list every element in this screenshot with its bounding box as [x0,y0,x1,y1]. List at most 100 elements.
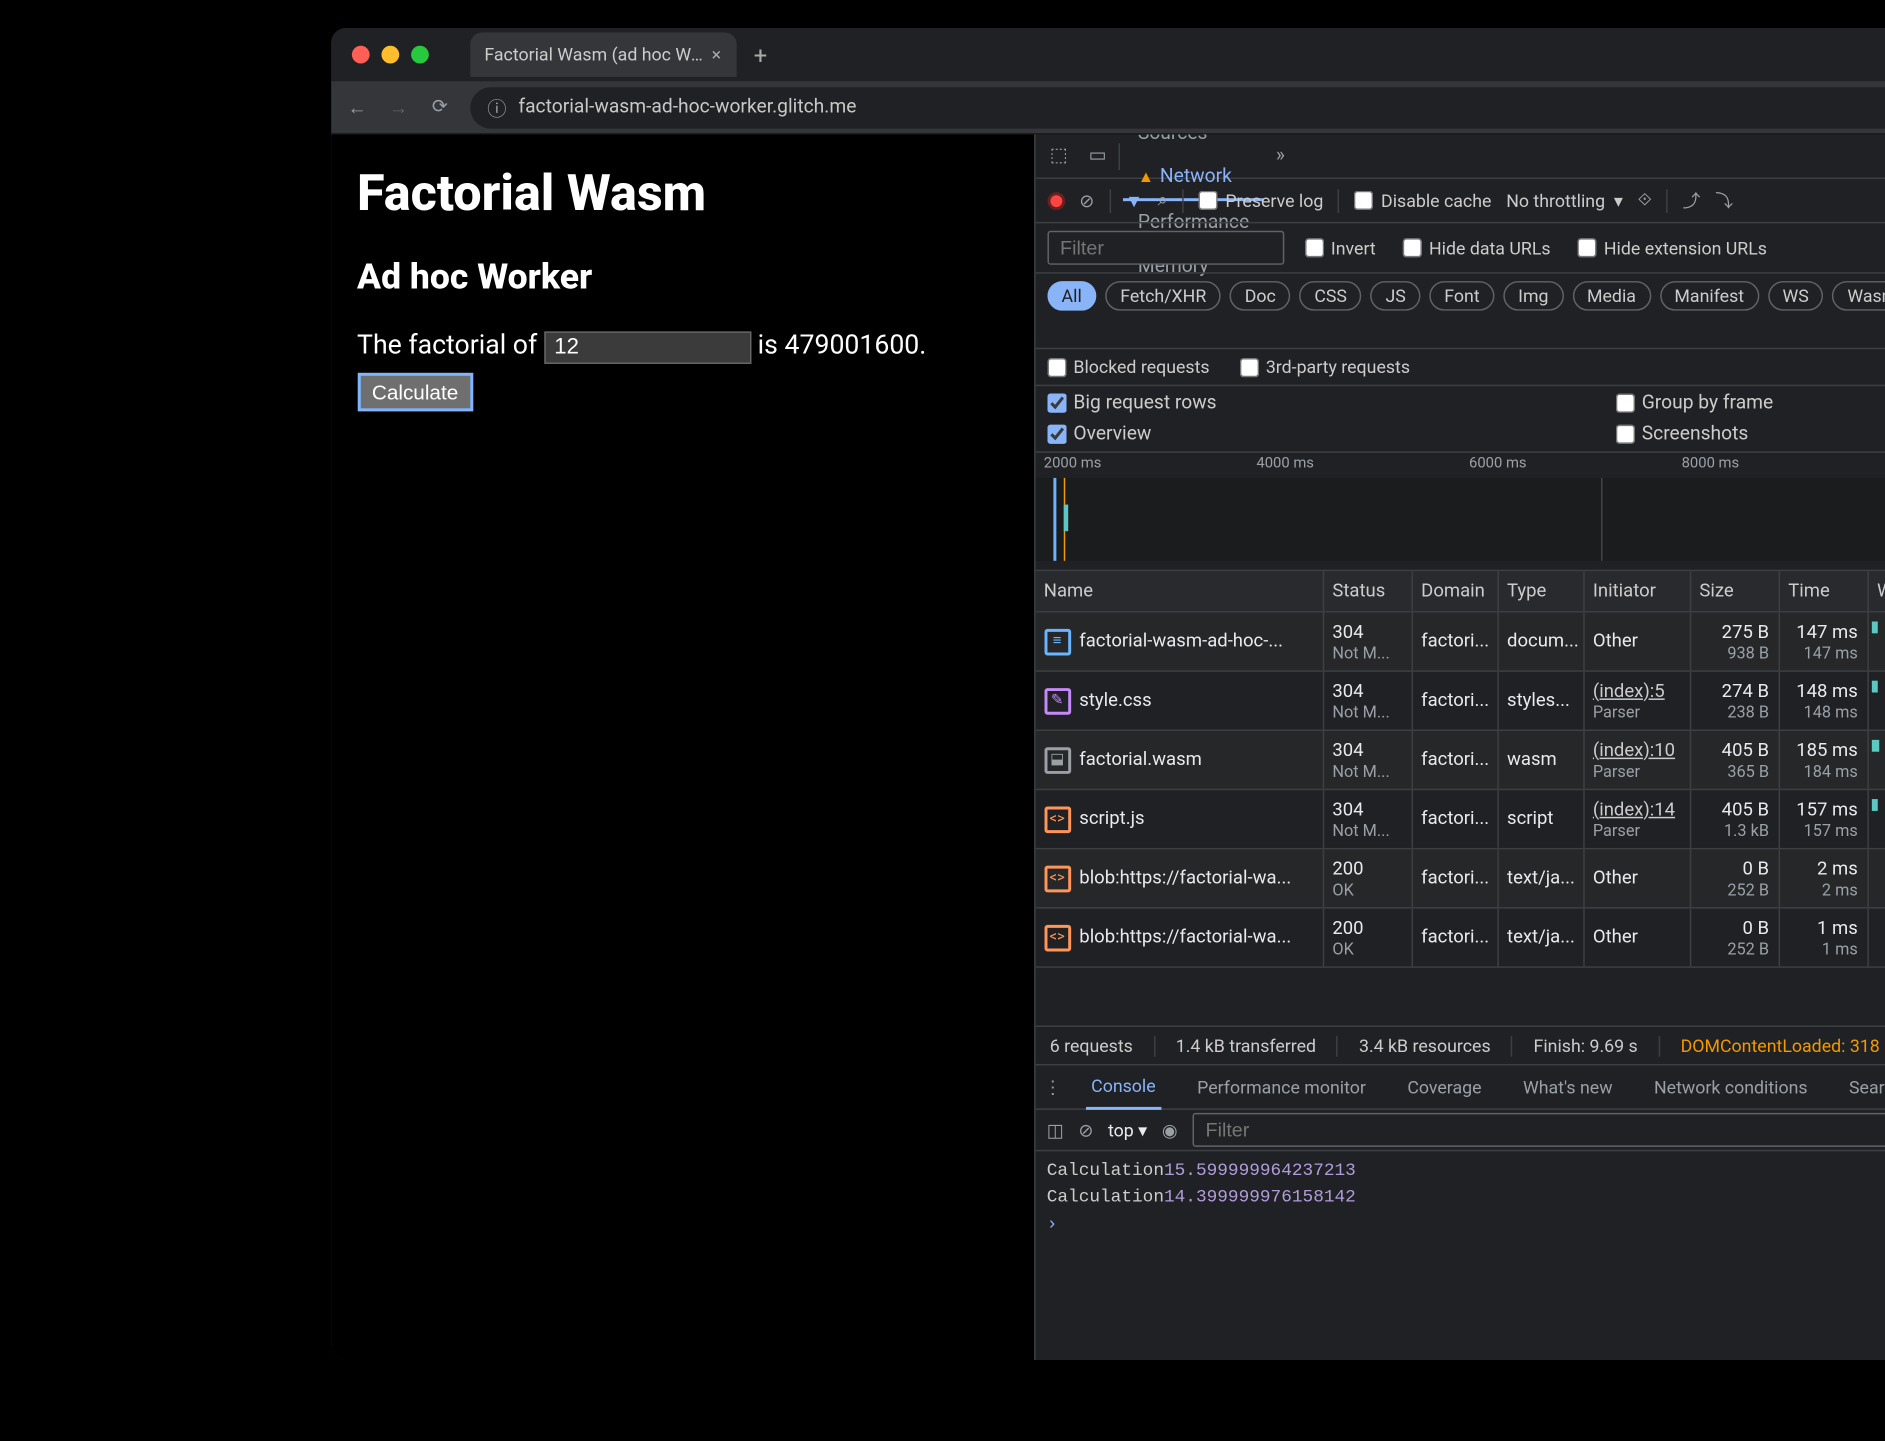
filter-row: Invert Hide data URLs Hide extension URLs [1035,223,1885,273]
type-filter-row: All Fetch/XHR Doc CSS JS Font Img Media Manifest… [1035,274,1885,349]
col-initiator[interactable]: Initiator [1584,571,1691,611]
type-pill-media[interactable]: Media [1572,281,1651,311]
disable-cache-checkbox[interactable]: Disable cache [1354,190,1491,211]
import-har-icon[interactable]: ⤴ [1683,188,1701,213]
execution-context[interactable]: top ▾ [1108,1120,1147,1141]
forward-button[interactable]: → [387,95,411,119]
console-clear-icon[interactable]: ⊘ [1078,1120,1093,1141]
type-pill-manifest[interactable]: Manifest [1660,281,1759,311]
clear-icon[interactable]: ⊘ [1079,190,1094,211]
more-panels-icon[interactable]: » [1267,145,1294,167]
drawer-menu-icon[interactable]: ⋮ [1044,1077,1062,1098]
drawer-tab-network-conditions[interactable]: Network conditions [1648,1065,1813,1109]
live-expression-icon[interactable]: ◉ [1162,1120,1178,1141]
url-bar[interactable]: ⓘ factorial-wasm-ad-hoc-worker.glitch.me [470,86,1885,127]
tab-title: Factorial Wasm (ad hoc Work [484,44,702,65]
request-row[interactable]: <>blob:https://factorial-wa...200OKfacto… [1035,909,1885,968]
table-header: NameStatusDomainTypeInitiatorSizeTimeWat… [1035,571,1885,612]
drawer-tab-what's-new[interactable]: What's new [1517,1065,1618,1109]
col-size[interactable]: Size [1691,571,1780,611]
drawer-tabstrip: ⋮ Console Performance monitor Coverage What… [1035,1065,1885,1109]
devtools-panel: ⬚ ▭ ElementsConsoleSources▲NetworkPerfor… [1033,135,1885,1360]
filter-check-hide-extension-urls[interactable]: Hide extension URLs [1577,237,1767,258]
reload-button[interactable]: ⟳ [428,96,452,118]
page-h2: Ad hoc Worker [357,256,1007,297]
js-file-icon: <> [1044,924,1071,951]
throttling-select[interactable]: No throttling ▾ [1506,190,1623,211]
panel-tab-sources[interactable]: Sources [1123,135,1264,156]
network-status-bar: 6 requests 1.4 kB transferred 3.4 kB res… [1035,1026,1885,1064]
network-conditions-icon[interactable]: ⟐ [1638,189,1652,211]
close-window-icon[interactable] [351,46,369,64]
preserve-log-checkbox[interactable]: Preserve log [1199,190,1324,211]
drawer-tab-console[interactable]: Console [1085,1065,1161,1109]
record-button[interactable] [1047,192,1065,210]
check-blocked-requests[interactable]: Blocked requests [1047,357,1210,378]
request-row[interactable]: ✎style.css304Not M...factori...styles...… [1035,672,1885,731]
traffic-lights [342,46,428,64]
console-log-entry: Calculation 15.599999964237213script.js:… [1047,1157,1885,1184]
filter-icon[interactable]: ▼ [1125,190,1143,211]
page-h1: Factorial Wasm [357,164,1007,223]
group-frame-checkbox[interactable]: Group by frame [1615,392,1885,414]
request-row[interactable]: <>blob:https://factorial-wa...200OKfacto… [1035,849,1885,908]
calculate-button[interactable]: Calculate [357,372,473,410]
tab-strip: Factorial Wasm (ad hoc Work × + ⌄ [330,28,1885,81]
maximize-window-icon[interactable] [410,46,428,64]
type-pill-font[interactable]: Font [1429,281,1494,311]
overview-checkbox[interactable]: Overview [1047,423,1586,445]
export-har-icon[interactable]: ⤵ [1715,188,1733,213]
filter-check-invert[interactable]: Invert [1304,237,1375,258]
js-file-icon: <> [1044,865,1071,892]
devtools-tabstrip: ⬚ ▭ ElementsConsoleSources▲NetworkPerfor… [1035,135,1885,179]
check-3rd-party-requests[interactable]: 3rd-party requests [1239,357,1410,378]
inspect-icon[interactable]: ⬚ [1041,145,1077,167]
tab-close-icon[interactable]: × [712,44,721,65]
wasm-file-icon: ⬓ [1044,747,1071,774]
new-tab-button[interactable]: + [754,41,767,69]
search-icon[interactable]: ⌕ [1158,189,1168,211]
network-filter-input[interactable] [1047,231,1284,265]
device-toolbar-icon[interactable]: ▭ [1080,145,1116,167]
request-row[interactable]: ≡factorial-wasm-ad-hoc-...304Not M...fac… [1035,613,1885,672]
big-rows-checkbox[interactable]: Big request rows [1047,392,1586,414]
console-output[interactable]: Calculation 15.599999964237213script.js:… [1035,1151,1885,1360]
network-overview[interactable]: 2000 ms4000 ms6000 ms8000 ms10000 ms1200… [1035,453,1885,571]
filter-check-hide-data-urls[interactable]: Hide data URLs [1402,237,1550,258]
type-pill-ws[interactable]: WS [1768,281,1824,311]
request-row[interactable]: ⬓factorial.wasm304Not M...factori...wasm… [1035,731,1885,790]
console-prompt[interactable]: › [1047,1211,1885,1238]
type-pill-img[interactable]: Img [1503,281,1563,311]
type-pill-wasm[interactable]: Wasm [1833,281,1885,311]
type-pill-doc[interactable]: Doc [1230,281,1291,311]
console-sidebar-icon[interactable]: ◫ [1047,1120,1064,1141]
col-domain[interactable]: Domain [1412,571,1498,611]
back-button[interactable]: ← [345,95,369,119]
type-filter-row-2: Blocked requests 3rd-party requests [1035,349,1885,386]
drawer-tab-coverage[interactable]: Coverage [1401,1065,1487,1109]
type-pill-css[interactable]: CSS [1300,281,1362,311]
request-row[interactable]: <>script.js304Not M...factori...script(i… [1035,790,1885,849]
col-name[interactable]: Name [1035,571,1324,611]
factorial-sentence: The factorial of is 479001600. [357,330,1007,363]
type-pill-all[interactable]: All [1047,281,1097,311]
site-info-icon[interactable]: ⓘ [487,93,506,121]
col-time[interactable]: Time [1779,571,1868,611]
drawer-tab-performance-monitor[interactable]: Performance monitor [1191,1065,1372,1109]
network-table: NameStatusDomainTypeInitiatorSizeTimeWat… [1035,571,1885,1025]
view-options: Big request rows Group by frame Overview… [1035,386,1885,453]
page-viewport: Factorial Wasm Ad hoc Worker The factori… [330,135,1033,1360]
css-file-icon: ✎ [1044,687,1071,714]
url-text: factorial-wasm-ad-hoc-worker.glitch.me [518,96,856,118]
col-waterfall[interactable]: Waterfall▲ [1868,571,1885,611]
type-pill-js[interactable]: JS [1371,281,1421,311]
minimize-window-icon[interactable] [381,46,399,64]
col-type[interactable]: Type [1498,571,1584,611]
factorial-input[interactable] [544,331,751,364]
col-status[interactable]: Status [1324,571,1413,611]
screenshots-checkbox[interactable]: Screenshots [1615,423,1885,445]
drawer-tab-search[interactable]: Search [1843,1065,1885,1109]
type-pill-fetch-xhr[interactable]: Fetch/XHR [1105,281,1221,311]
console-filter-input[interactable] [1192,1113,1885,1147]
browser-tab[interactable]: Factorial Wasm (ad hoc Work × [470,32,736,76]
